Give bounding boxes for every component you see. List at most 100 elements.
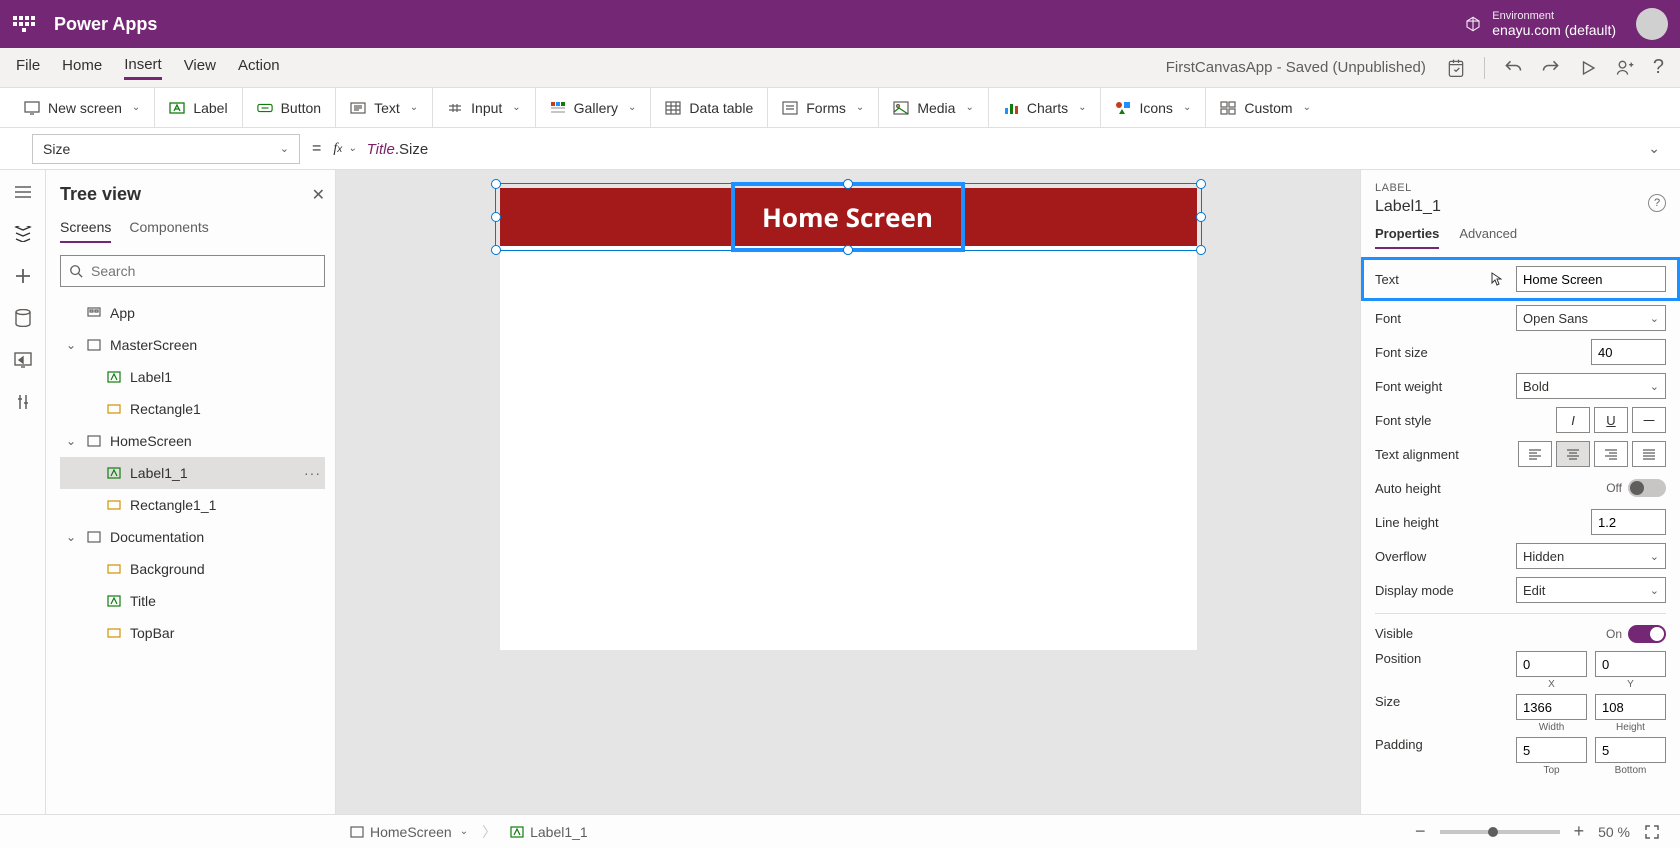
ribbon-button[interactable]: Button	[243, 88, 336, 127]
tree-tab-components[interactable]: Components	[129, 219, 208, 243]
ribbon-label[interactable]: Label	[155, 88, 242, 127]
fx-button[interactable]: fx⌄	[333, 141, 356, 157]
tree-node-rectangle1-1[interactable]: Rectangle1_1	[60, 489, 325, 521]
prop-padding-bottom[interactable]	[1595, 737, 1666, 763]
tree-tab-screens[interactable]: Screens	[60, 219, 111, 243]
zoom-out-icon[interactable]: −	[1415, 821, 1426, 842]
tree-node-topbar[interactable]: TopBar	[60, 617, 325, 649]
tree-node-app[interactable]: App	[60, 297, 325, 329]
app-launcher-icon[interactable]	[12, 12, 36, 36]
prop-font-weight-select[interactable]: Bold⌄	[1516, 373, 1666, 399]
tree-node-label1[interactable]: Label1	[60, 361, 325, 393]
tree-search[interactable]	[60, 255, 325, 287]
prop-display-mode-select[interactable]: Edit⌄	[1516, 577, 1666, 603]
tree-node-documentation[interactable]: ⌄Documentation	[60, 521, 325, 553]
canvas-screen[interactable]: Home Screen	[500, 188, 1197, 650]
prop-overflow-select[interactable]: Hidden⌄	[1516, 543, 1666, 569]
help-icon[interactable]: ?	[1653, 56, 1664, 79]
resize-handle[interactable]	[1196, 212, 1206, 222]
formula-input[interactable]: Title.Size	[367, 140, 1649, 158]
redo-icon[interactable]	[1541, 58, 1561, 78]
prop-font-size-input[interactable]	[1591, 339, 1666, 365]
align-center-icon[interactable]	[1556, 441, 1590, 467]
prop-size-width[interactable]	[1516, 694, 1587, 720]
resize-handle[interactable]	[491, 212, 501, 222]
breadcrumb-element[interactable]: Label1_1	[510, 824, 588, 840]
share-icon[interactable]	[1615, 58, 1635, 78]
environment-selector[interactable]: Environment enayu.com (default)	[1492, 10, 1616, 38]
font-style-strike[interactable]	[1632, 407, 1666, 433]
prop-position-x[interactable]	[1516, 651, 1587, 677]
ribbon-custom[interactable]: Custom⌄	[1206, 88, 1325, 127]
resize-handle[interactable]	[843, 245, 853, 255]
rail-tree-view-icon[interactable]	[13, 224, 33, 244]
help-icon[interactable]: ?	[1648, 194, 1666, 212]
ribbon-input[interactable]: Input⌄	[433, 88, 536, 127]
prop-position-y[interactable]	[1595, 651, 1666, 677]
tree-node-homescreen[interactable]: ⌄HomeScreen	[60, 425, 325, 457]
app-header: Power Apps Environment enayu.com (defaul…	[0, 0, 1680, 48]
breadcrumb-screen[interactable]: HomeScreen ⌄	[350, 824, 468, 840]
tree-node-background[interactable]: Background	[60, 553, 325, 585]
auto-height-toggle[interactable]	[1628, 479, 1666, 497]
tree-search-input[interactable]	[91, 263, 316, 279]
align-left-icon[interactable]	[1518, 441, 1552, 467]
tree-node-rectangle1[interactable]: Rectangle1	[60, 393, 325, 425]
ribbon-new-screen[interactable]: New screen⌄	[10, 88, 155, 127]
property-selector[interactable]: Size ⌄	[32, 134, 300, 164]
prop-text-input[interactable]	[1516, 266, 1666, 292]
align-right-icon[interactable]	[1594, 441, 1628, 467]
collapse-icon[interactable]: ⌄	[64, 338, 78, 352]
ribbon-media[interactable]: Media⌄	[879, 88, 989, 127]
ribbon-gallery[interactable]: Gallery⌄	[536, 88, 652, 127]
font-style-underline[interactable]: U	[1594, 407, 1628, 433]
props-tab-advanced[interactable]: Advanced	[1459, 226, 1517, 249]
ribbon-charts[interactable]: Charts⌄	[989, 88, 1102, 127]
font-style-italic[interactable]: I	[1556, 407, 1590, 433]
undo-icon[interactable]	[1503, 58, 1523, 78]
resize-handle[interactable]	[1196, 179, 1206, 189]
rail-media-icon[interactable]	[13, 350, 33, 370]
menu-insert[interactable]: Insert	[124, 56, 162, 80]
canvas-area[interactable]: Home Screen	[336, 170, 1360, 814]
prop-line-height-input[interactable]	[1591, 509, 1666, 535]
rail-hamburger-icon[interactable]	[13, 182, 33, 202]
resize-handle[interactable]	[491, 245, 501, 255]
rail-insert-icon[interactable]	[13, 266, 33, 286]
more-icon[interactable]: ···	[304, 465, 321, 481]
chevron-down-icon: ⌄	[1078, 102, 1086, 113]
zoom-slider[interactable]	[1440, 830, 1560, 834]
collapse-icon[interactable]: ⌄	[64, 530, 78, 544]
resize-handle[interactable]	[491, 179, 501, 189]
ribbon-forms[interactable]: Forms⌄	[768, 88, 879, 127]
zoom-in-icon[interactable]: +	[1574, 821, 1585, 842]
close-icon[interactable]: ✕	[312, 185, 325, 205]
menu-home[interactable]: Home	[62, 57, 102, 78]
rail-advanced-tools-icon[interactable]	[13, 392, 33, 412]
prop-size-height[interactable]	[1595, 694, 1666, 720]
ribbon-text[interactable]: Text⌄	[336, 88, 433, 127]
resize-handle[interactable]	[1196, 245, 1206, 255]
app-checker-icon[interactable]	[1446, 58, 1466, 78]
props-tab-properties[interactable]: Properties	[1375, 226, 1439, 249]
user-avatar-icon[interactable]	[1636, 8, 1668, 40]
collapse-icon[interactable]: ⌄	[64, 434, 78, 448]
menu-file[interactable]: File	[16, 57, 40, 78]
resize-handle[interactable]	[843, 179, 853, 189]
rail-data-icon[interactable]	[13, 308, 33, 328]
tree-node-masterscreen[interactable]: ⌄MasterScreen	[60, 329, 325, 361]
formula-expand-icon[interactable]: ⌄	[1648, 140, 1660, 157]
menu-action[interactable]: Action	[238, 57, 280, 78]
play-icon[interactable]	[1579, 59, 1597, 77]
visible-toggle[interactable]	[1628, 625, 1666, 643]
tree-node-title[interactable]: Title	[60, 585, 325, 617]
ribbon-icons[interactable]: Icons⌄	[1101, 88, 1206, 127]
tree-node-label1-1[interactable]: Label1_1···	[60, 457, 325, 489]
selected-label[interactable]: Home Screen	[731, 182, 965, 252]
menu-view[interactable]: View	[184, 57, 216, 78]
prop-padding-top[interactable]	[1516, 737, 1587, 763]
fit-screen-icon[interactable]	[1644, 824, 1660, 840]
ribbon-data-table[interactable]: Data table	[651, 88, 768, 127]
prop-font-select[interactable]: Open Sans⌄	[1516, 305, 1666, 331]
align-justify-icon[interactable]	[1632, 441, 1666, 467]
